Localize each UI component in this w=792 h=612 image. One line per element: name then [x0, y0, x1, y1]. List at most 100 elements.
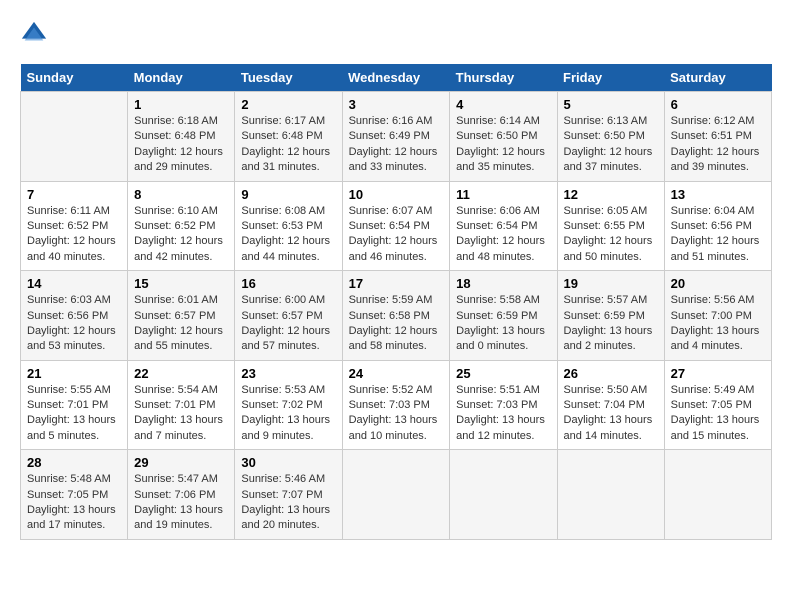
logo — [20, 20, 52, 48]
day-number: 16 — [241, 276, 335, 291]
day-number: 19 — [564, 276, 658, 291]
day-info: Sunrise: 5:58 AM Sunset: 6:59 PM Dayligh… — [456, 293, 550, 355]
day-number: 12 — [564, 187, 658, 202]
calendar-week-4: 21 Sunrise: 5:55 AM Sunset: 7:01 PM Dayli… — [21, 360, 772, 450]
day-number: 20 — [671, 276, 765, 291]
day-info: Sunrise: 6:18 AM Sunset: 6:48 PM Dayligh… — [134, 114, 228, 176]
day-info: Sunrise: 5:59 AM Sunset: 6:58 PM Dayligh… — [349, 293, 444, 355]
calendar-cell — [21, 92, 128, 182]
calendar-cell: 10 Sunrise: 6:07 AM Sunset: 6:54 PM Dayli… — [342, 181, 450, 271]
day-info: Sunrise: 5:55 AM Sunset: 7:01 PM Dayligh… — [27, 383, 121, 445]
calendar-cell: 27 Sunrise: 5:49 AM Sunset: 7:05 PM Dayli… — [664, 360, 771, 450]
calendar-cell: 15Sunrise: 6:01 AM Sunset: 6:57 PM Dayli… — [128, 271, 235, 361]
day-number: 23 — [241, 366, 335, 381]
calendar-cell: 18 Sunrise: 5:58 AM Sunset: 6:59 PM Dayli… — [450, 271, 557, 361]
day-number: 9 — [241, 187, 335, 202]
day-number: 17 — [349, 276, 444, 291]
header-sunday: Sunday — [21, 64, 128, 92]
day-number: 18 — [456, 276, 550, 291]
calendar-cell: 2Sunrise: 6:17 AM Sunset: 6:48 PM Daylig… — [235, 92, 342, 182]
day-info: Sunrise: 6:05 AM Sunset: 6:55 PM Dayligh… — [564, 204, 658, 266]
calendar-cell: 24 Sunrise: 5:52 AM Sunset: 7:03 PM Dayli… — [342, 360, 450, 450]
calendar-cell: 11 Sunrise: 6:06 AM Sunset: 6:54 PM Dayli… — [450, 181, 557, 271]
calendar-week-2: 7 Sunrise: 6:11 AM Sunset: 6:52 PM Daylig… — [21, 181, 772, 271]
day-number: 26 — [564, 366, 658, 381]
header-saturday: Saturday — [664, 64, 771, 92]
day-info: Sunrise: 5:48 AM Sunset: 7:05 PM Dayligh… — [27, 472, 121, 534]
day-number: 13 — [671, 187, 765, 202]
calendar-cell: 19 Sunrise: 5:57 AM Sunset: 6:59 PM Dayli… — [557, 271, 664, 361]
day-info: Sunrise: 6:08 AM Sunset: 6:53 PM Dayligh… — [241, 204, 335, 266]
calendar-cell: 23 Sunrise: 5:53 AM Sunset: 7:02 PM Dayli… — [235, 360, 342, 450]
day-number: 27 — [671, 366, 765, 381]
day-info: Sunrise: 5:51 AM Sunset: 7:03 PM Dayligh… — [456, 383, 550, 445]
calendar-cell: 26 Sunrise: 5:50 AM Sunset: 7:04 PM Dayli… — [557, 360, 664, 450]
day-info: Sunrise: 6:17 AM Sunset: 6:48 PM Dayligh… — [241, 114, 335, 176]
header-wednesday: Wednesday — [342, 64, 450, 92]
calendar-cell: 17 Sunrise: 5:59 AM Sunset: 6:58 PM Dayli… — [342, 271, 450, 361]
day-info: Sunrise: 6:11 AM Sunset: 6:52 PM Dayligh… — [27, 204, 121, 266]
day-info: Sunrise: 5:56 AM Sunset: 7:00 PM Dayligh… — [671, 293, 765, 355]
header-thursday: Thursday — [450, 64, 557, 92]
day-info: Sunrise: 6:10 AM Sunset: 6:52 PM Dayligh… — [134, 204, 228, 266]
day-number: 28 — [27, 455, 121, 470]
day-info: Sunrise: 5:49 AM Sunset: 7:05 PM Dayligh… — [671, 383, 765, 445]
day-number: 7 — [27, 187, 121, 202]
day-info: Sunrise: 6:04 AM Sunset: 6:56 PM Dayligh… — [671, 204, 765, 266]
day-info: Sunrise: 5:57 AM Sunset: 6:59 PM Dayligh… — [564, 293, 658, 355]
day-number: 29 — [134, 455, 228, 470]
calendar-cell — [342, 450, 450, 540]
day-info: Sunrise: 6:06 AM Sunset: 6:54 PM Dayligh… — [456, 204, 550, 266]
page-header — [20, 20, 772, 48]
calendar-cell: 12 Sunrise: 6:05 AM Sunset: 6:55 PM Dayli… — [557, 181, 664, 271]
calendar-cell: 4Sunrise: 6:14 AM Sunset: 6:50 PM Daylig… — [450, 92, 557, 182]
day-number: 8 — [134, 187, 228, 202]
day-info: Sunrise: 5:54 AM Sunset: 7:01 PM Dayligh… — [134, 383, 228, 445]
day-number: 11 — [456, 187, 550, 202]
day-number: 24 — [349, 366, 444, 381]
day-info: Sunrise: 5:50 AM Sunset: 7:04 PM Dayligh… — [564, 383, 658, 445]
calendar-cell: 21 Sunrise: 5:55 AM Sunset: 7:01 PM Dayli… — [21, 360, 128, 450]
day-info: Sunrise: 6:03 AM Sunset: 6:56 PM Dayligh… — [27, 293, 121, 355]
day-number: 22 — [134, 366, 228, 381]
calendar-cell: 6Sunrise: 6:12 AM Sunset: 6:51 PM Daylig… — [664, 92, 771, 182]
day-number: 14 — [27, 276, 121, 291]
logo-icon — [20, 20, 48, 48]
day-info: Sunrise: 6:07 AM Sunset: 6:54 PM Dayligh… — [349, 204, 444, 266]
day-number: 4 — [456, 97, 550, 112]
day-number: 21 — [27, 366, 121, 381]
day-number: 10 — [349, 187, 444, 202]
day-info: Sunrise: 6:13 AM Sunset: 6:50 PM Dayligh… — [564, 114, 658, 176]
day-number: 3 — [349, 97, 444, 112]
day-number: 5 — [564, 97, 658, 112]
day-number: 25 — [456, 366, 550, 381]
calendar-week-3: 14 Sunrise: 6:03 AM Sunset: 6:56 PM Dayli… — [21, 271, 772, 361]
calendar-cell — [557, 450, 664, 540]
calendar-cell: 22 Sunrise: 5:54 AM Sunset: 7:01 PM Dayli… — [128, 360, 235, 450]
calendar-cell: 5 Sunrise: 6:13 AM Sunset: 6:50 PM Daylig… — [557, 92, 664, 182]
calendar-table: SundayMondayTuesdayWednesdayThursdayFrid… — [20, 64, 772, 540]
calendar-cell: 14 Sunrise: 6:03 AM Sunset: 6:56 PM Dayli… — [21, 271, 128, 361]
header-tuesday: Tuesday — [235, 64, 342, 92]
calendar-week-5: 28 Sunrise: 5:48 AM Sunset: 7:05 PM Dayli… — [21, 450, 772, 540]
day-info: Sunrise: 5:52 AM Sunset: 7:03 PM Dayligh… — [349, 383, 444, 445]
header-friday: Friday — [557, 64, 664, 92]
day-info: Sunrise: 5:53 AM Sunset: 7:02 PM Dayligh… — [241, 383, 335, 445]
day-number: 1 — [134, 97, 228, 112]
calendar-cell — [450, 450, 557, 540]
calendar-cell: 30Sunrise: 5:46 AM Sunset: 7:07 PM Dayli… — [235, 450, 342, 540]
calendar-cell: 28 Sunrise: 5:48 AM Sunset: 7:05 PM Dayli… — [21, 450, 128, 540]
calendar-cell: 29 Sunrise: 5:47 AM Sunset: 7:06 PM Dayli… — [128, 450, 235, 540]
calendar-cell: 7 Sunrise: 6:11 AM Sunset: 6:52 PM Daylig… — [21, 181, 128, 271]
header-monday: Monday — [128, 64, 235, 92]
day-info: Sunrise: 6:16 AM Sunset: 6:49 PM Dayligh… — [349, 114, 444, 176]
calendar-cell: 25 Sunrise: 5:51 AM Sunset: 7:03 PM Dayli… — [450, 360, 557, 450]
day-info: Sunrise: 6:01 AM Sunset: 6:57 PM Dayligh… — [134, 293, 228, 355]
calendar-cell: 3 Sunrise: 6:16 AM Sunset: 6:49 PM Daylig… — [342, 92, 450, 182]
calendar-cell: 20 Sunrise: 5:56 AM Sunset: 7:00 PM Dayli… — [664, 271, 771, 361]
calendar-week-1: 1 Sunrise: 6:18 AM Sunset: 6:48 PM Daylig… — [21, 92, 772, 182]
calendar-cell: 8 Sunrise: 6:10 AM Sunset: 6:52 PM Daylig… — [128, 181, 235, 271]
day-info: Sunrise: 5:46 AM Sunset: 7:07 PM Dayligh… — [241, 472, 335, 534]
day-info: Sunrise: 6:12 AM Sunset: 6:51 PM Dayligh… — [671, 114, 765, 176]
day-info: Sunrise: 5:47 AM Sunset: 7:06 PM Dayligh… — [134, 472, 228, 534]
